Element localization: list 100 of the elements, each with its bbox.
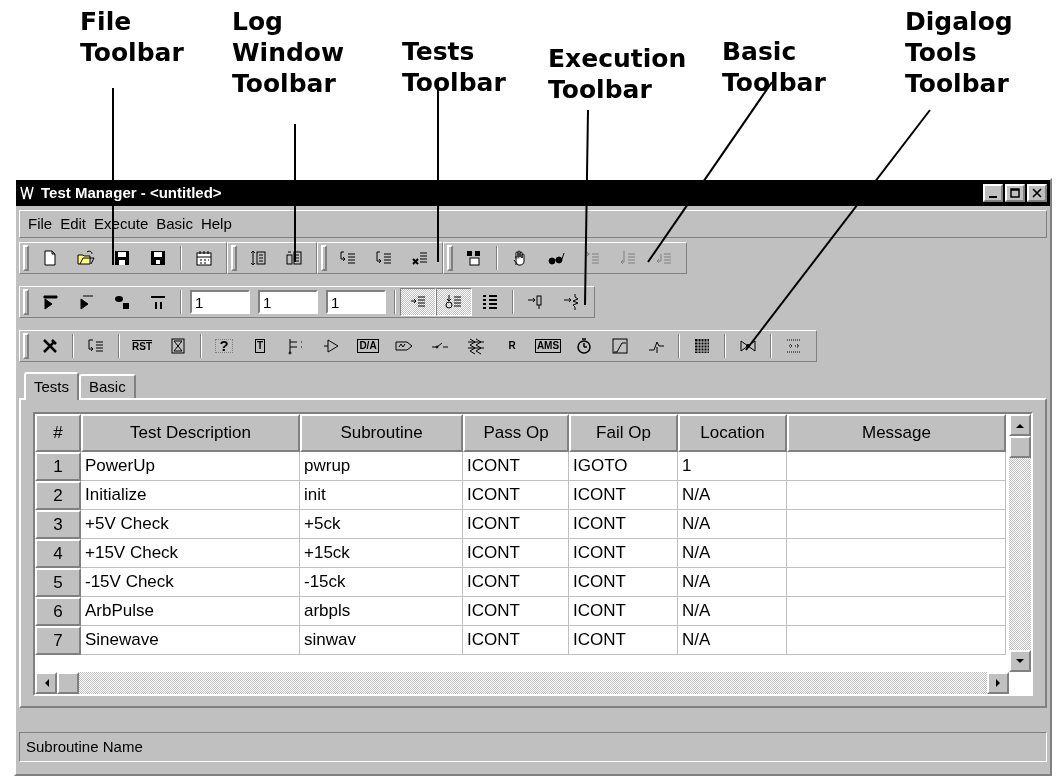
table-cell: Initialize (81, 481, 300, 510)
toolbar-button[interactable]: AMS (530, 332, 566, 360)
column-header[interactable]: Location (678, 414, 787, 452)
window-title: Test Manager - <untitled> (41, 182, 222, 203)
row-header[interactable]: 4 (35, 539, 81, 568)
table-cell: +5V Check (81, 510, 300, 539)
toolbar-button[interactable]: RST (124, 332, 160, 360)
close-icon (1032, 188, 1042, 198)
table-cell: ICONT (569, 481, 678, 510)
amplifier-icon (323, 337, 341, 355)
pause-icon (149, 293, 167, 311)
table-cell: N/A (678, 539, 787, 568)
callout-label: Digalog Tools Toolbar (905, 6, 1013, 99)
table-cell: ICONT (569, 539, 678, 568)
new-page-icon (41, 249, 59, 267)
toolbar-button[interactable]: T (242, 332, 278, 360)
maximize-icon (1010, 188, 1020, 198)
table-cell: +15ck (300, 539, 463, 568)
menu-item[interactable]: Help (196, 212, 236, 236)
up-down-list-icon (249, 249, 267, 267)
tab[interactable]: Basic (79, 374, 136, 398)
callout-label: Basic Toolbar (722, 36, 826, 98)
scroll-thumb[interactable] (1009, 436, 1031, 458)
insert-list-icon (339, 249, 357, 267)
hourglass-icon (169, 337, 187, 355)
table-cell: Sinewave (81, 626, 300, 655)
column-header[interactable]: Pass Op (463, 414, 569, 452)
table-cell: ICONT (463, 626, 569, 655)
row-header[interactable]: 5 (35, 568, 81, 597)
table-cell: -15ck (300, 568, 463, 597)
scroll-up-button[interactable] (1009, 414, 1031, 436)
scroll-right-button[interactable] (987, 672, 1009, 694)
bowtie-icon (739, 337, 757, 355)
table-cell: ICONT (463, 597, 569, 626)
record-stop-icon (113, 293, 131, 311)
scroll-thumb[interactable] (57, 672, 79, 694)
toolbar-button[interactable]: ? (206, 332, 242, 360)
maximize-button[interactable] (1005, 184, 1025, 202)
table-cell: ICONT (463, 452, 569, 481)
menu-item[interactable]: Edit (56, 212, 91, 236)
row-header[interactable]: 6 (35, 597, 81, 626)
refresh-list-icon (87, 337, 105, 355)
module-icon (465, 249, 483, 267)
delete-list-icon (411, 249, 429, 267)
menu-item[interactable]: Basic (152, 212, 197, 236)
column-header[interactable]: Subroutine (300, 414, 463, 452)
row-header[interactable]: 7 (35, 626, 81, 655)
down-arrow-icon (1016, 658, 1024, 664)
toolbar-field[interactable]: 1 (258, 290, 318, 314)
table-cell: IGOTO (569, 452, 678, 481)
column-header[interactable]: Test Description (81, 414, 300, 452)
toolbar-grip[interactable] (321, 245, 327, 271)
column-header[interactable]: # (35, 414, 81, 452)
scroll-left-button[interactable] (35, 672, 57, 694)
callout-label: Execution Toolbar (548, 43, 687, 105)
minimize-button[interactable] (983, 184, 1003, 202)
toolbar-button[interactable]: D/A (350, 332, 386, 360)
toolbar-grip[interactable] (23, 333, 29, 359)
scroll-down-button[interactable] (1009, 650, 1031, 672)
callout-label: Log Window Toolbar (232, 6, 345, 99)
branch-icon (287, 337, 305, 355)
toolbar-field[interactable]: 1 (190, 290, 250, 314)
table-cell: ICONT (569, 597, 678, 626)
step-icon (77, 293, 95, 311)
row-header[interactable]: 2 (35, 481, 81, 510)
toolbar-button[interactable] (436, 288, 472, 316)
app-logo-icon (19, 185, 35, 201)
close-button[interactable] (1027, 184, 1047, 202)
table-cell: ICONT (463, 510, 569, 539)
table-cell: +5ck (300, 510, 463, 539)
toolbar-button[interactable]: R (494, 332, 530, 360)
table-cell: N/A (678, 510, 787, 539)
breakpoint-list-icon (445, 293, 463, 311)
table-cell: PowerUp (81, 452, 300, 481)
toolbar-button[interactable] (400, 288, 436, 316)
toolbar-grip[interactable] (23, 245, 29, 271)
menu-item[interactable]: File (24, 212, 57, 236)
toolbar-grip[interactable] (231, 245, 237, 271)
vertical-scrollbar[interactable] (1009, 414, 1031, 672)
minimize-icon (989, 195, 997, 198)
table-cell: ICONT (569, 510, 678, 539)
up-arrow-icon (1016, 422, 1024, 428)
arrow-resistor-icon (563, 293, 581, 311)
horizontal-scrollbar[interactable] (35, 672, 1009, 694)
calendar-icon (195, 249, 213, 267)
toolbar-grip[interactable] (23, 289, 29, 315)
row-header[interactable]: 3 (35, 510, 81, 539)
table-cell: ICONT (463, 568, 569, 597)
table-cell: N/A (678, 568, 787, 597)
left-arrow-icon (43, 679, 49, 687)
tab[interactable]: Tests (24, 372, 79, 400)
status-bar: Subroutine Name (19, 732, 1047, 762)
toolbar-grip[interactable] (447, 245, 453, 271)
table-cell: ICONT (569, 626, 678, 655)
toolbar-field[interactable]: 1 (326, 290, 386, 314)
row-header[interactable]: 1 (35, 452, 81, 481)
folder-icon (77, 249, 95, 267)
column-header[interactable]: Fail Op (569, 414, 678, 452)
table-cell: +15V Check (81, 539, 300, 568)
column-header[interactable]: Message (787, 414, 1006, 452)
